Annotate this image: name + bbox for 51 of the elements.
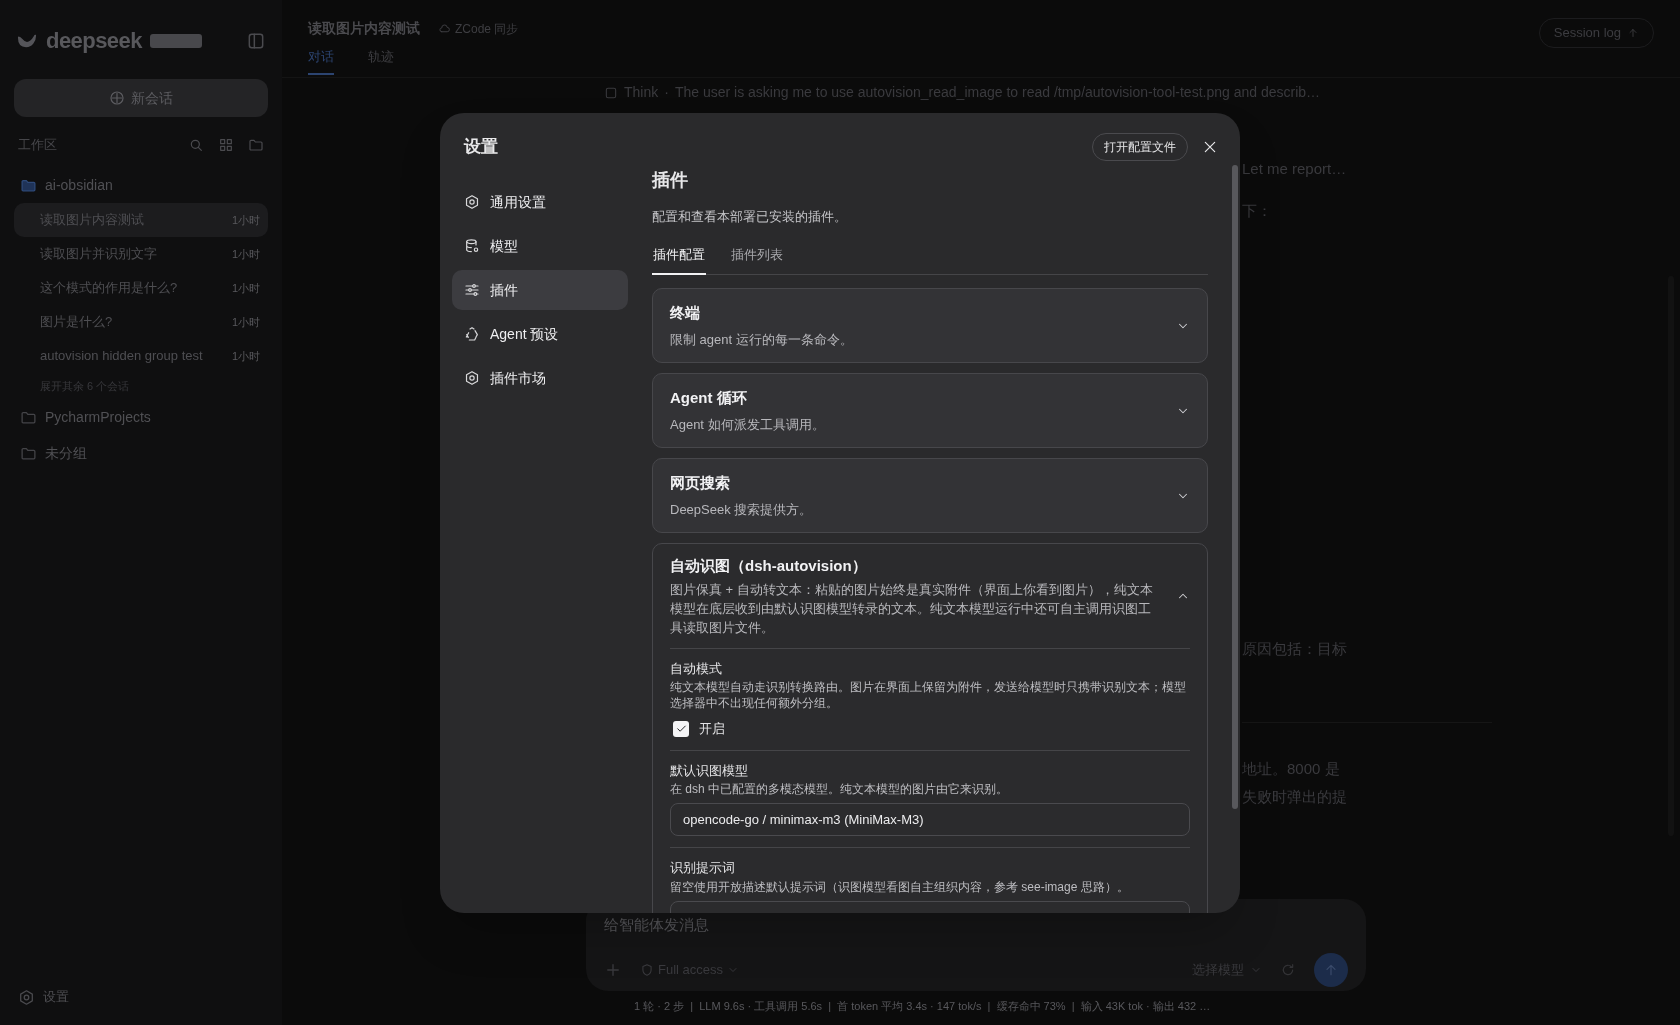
section-description: 配置和查看本部署已安装的插件。	[652, 208, 848, 226]
setting-help: 留空使用开放描述默认提示词（识图模型看图自主组织内容，参考 see-image 思路）。	[670, 878, 1130, 895]
checkbox-label: 开启	[699, 720, 725, 738]
setting-label: 自动模式	[670, 659, 723, 678]
session-time: 1小时	[231, 246, 260, 262]
plugin-description: 限制 agent 运行的每一条命令。	[670, 330, 854, 349]
setting-label: 默认识图模型	[670, 761, 749, 780]
session-time: 1小时	[231, 348, 260, 364]
session-item[interactable]: autovision hidden group test 1小时	[14, 339, 268, 373]
session-title: autovision hidden group test	[40, 347, 204, 366]
conversation-title: 读取图片内容测试	[308, 19, 420, 38]
plugin-card[interactable]: Agent 循环 Agent 如何派发工具调用。	[652, 373, 1208, 448]
plugin-card[interactable]: 网页搜索 DeepSeek 搜索提供方。	[652, 458, 1208, 533]
conversation-tab[interactable]: 对话	[308, 47, 334, 75]
folder-item[interactable]: PycharmProjects	[14, 399, 268, 435]
stats-text: 1 轮 · 2 步 | LLM 9.6s · 工具调用 5.6s | 首 token 平均 3.4s · 147 tok/s | 缓存命中 73% | 输入 43K tok · 输出 432 …	[634, 999, 1211, 1014]
plugin-description: DeepSeek 搜索提供方。	[670, 500, 814, 519]
message-input[interactable]: 给智能体发消息	[604, 911, 904, 937]
plugin-title: 自动识图（dsh-autovision）	[670, 556, 868, 576]
settings-link[interactable]: 设置	[14, 985, 268, 1009]
session-title: 这个模式的作用是什么?	[40, 279, 179, 298]
dialog-title: 设置	[462, 136, 499, 159]
session-item[interactable]: 读取图片并识别文字 1小时	[14, 237, 268, 271]
plugin-title: 终端	[670, 303, 701, 324]
settings-nav-item[interactable]: 插件	[452, 270, 628, 310]
session-item[interactable]: 这个模式的作用是什么? 1小时	[14, 271, 268, 305]
session-title: 读取图片并识别文字	[40, 245, 158, 264]
plugin-card[interactable]: 终端 限制 agent 运行的每一条命令。	[652, 288, 1208, 363]
plugin-title: Agent 循环	[670, 388, 748, 409]
folder-item[interactable]: 未分组	[14, 435, 268, 471]
setting-help: 纯文本模型自动走识别转换路由。图片在界面上保留为附件，发送给模型时只携带识别文本；模型选择器中不出现任何额外分组。	[670, 679, 1187, 711]
plugin-description: Agent 如何派发工具调用。	[670, 415, 826, 434]
plugin-tab[interactable]: 插件配置	[652, 244, 706, 275]
session-time: 1小时	[231, 314, 260, 330]
settings-nav-item[interactable]: 通用设置	[452, 182, 628, 222]
plugin-title: 网页搜索	[670, 473, 731, 494]
settings-nav-item[interactable]: Agent 预设	[452, 314, 628, 354]
section-heading: 插件	[652, 168, 689, 192]
text-field[interactable]: opencode-go / minimax-m3 (MiniMax-M3)	[670, 803, 1190, 836]
logo-text: deepseek	[46, 27, 142, 55]
session-time: 1小时	[231, 280, 260, 296]
settings-nav-item[interactable]: 模型	[452, 226, 628, 266]
setting-label: 识别提示词	[670, 859, 736, 877]
folder-item[interactable]: ai-obsidian	[14, 167, 268, 203]
think-separator: ·	[664, 83, 669, 102]
plugin-tab[interactable]: 插件列表	[730, 244, 784, 275]
settings-nav-item[interactable]: 插件市场	[452, 358, 628, 398]
session-title: 图片是什么?	[40, 313, 114, 332]
setting-help: 在 dsh 中已配置的多模态模型。纯文本模型的图片由它来识别。	[670, 781, 1009, 797]
plugin-description: 图片保真 + 自动转文本：粘贴的图片始终是真实附件（界面上你看到图片），纯文本模型在底层收到由默认识图模型转录的文本。纯文本模型运行中还可自主调用识图工具读取图片文件。	[670, 580, 1154, 637]
session-item[interactable]: 图片是什么? 1小时	[14, 305, 268, 339]
